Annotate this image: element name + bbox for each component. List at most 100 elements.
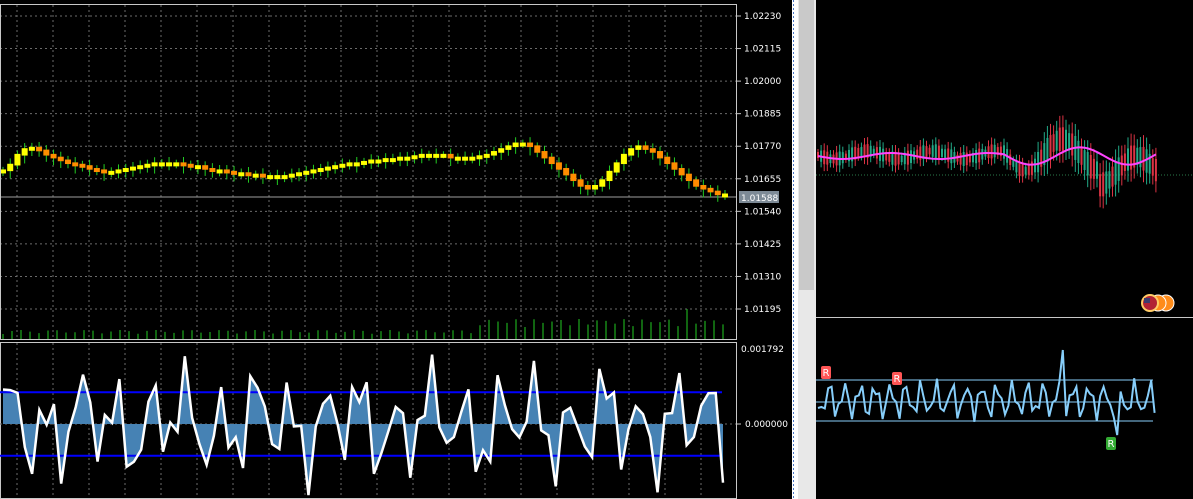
window-splitter[interactable] <box>792 0 816 499</box>
candle-body <box>216 169 223 174</box>
candle-body <box>599 179 606 187</box>
signal-mark-label: R <box>823 368 830 379</box>
candle-body <box>382 158 389 163</box>
right-candle-body <box>934 144 937 159</box>
price-axis-label: 1.01425 <box>744 240 781 250</box>
price-axis-label: 1.01655 <box>744 175 781 185</box>
right-candle-body <box>1102 172 1105 197</box>
candle-body <box>115 169 122 174</box>
price-axis-label: 1.01195 <box>744 305 781 315</box>
right-candle-body <box>1058 127 1061 152</box>
candle-body <box>707 187 714 193</box>
right-candle-body <box>1086 151 1089 176</box>
candle-body <box>231 170 238 175</box>
candle-body <box>108 170 115 175</box>
candle-body <box>490 151 497 156</box>
right-candle-body <box>1145 149 1148 173</box>
candle-body <box>267 175 274 180</box>
right-candle-body <box>1096 161 1098 179</box>
candle-body <box>245 172 252 177</box>
right-candle-body <box>1117 157 1120 181</box>
right-candle-body <box>882 148 885 162</box>
right-candle-body <box>1114 161 1117 185</box>
right-candle-body <box>1123 153 1126 171</box>
candle-body <box>606 170 613 182</box>
candle-body <box>122 168 129 173</box>
candle-body <box>685 173 692 182</box>
candle-body <box>7 163 14 172</box>
candle-body <box>678 168 685 176</box>
candle-body <box>79 163 86 168</box>
candle-body <box>635 145 642 150</box>
right-candle-body <box>1139 147 1142 168</box>
candle-body <box>512 142 519 148</box>
candle-body <box>433 153 440 158</box>
right-candle-body <box>962 152 965 166</box>
right-candle-body <box>959 152 962 165</box>
us-flag-canton <box>1144 298 1150 303</box>
candle-body <box>527 142 534 148</box>
right-candle-body <box>950 149 953 164</box>
candle-body <box>14 153 21 166</box>
candle-body <box>613 162 620 173</box>
candle-body <box>476 155 483 160</box>
right-candle-body <box>1142 146 1145 171</box>
candle-body <box>86 165 93 170</box>
candle-body <box>252 173 259 178</box>
candle-body <box>447 153 454 159</box>
signal-mark-label: R <box>1108 439 1115 450</box>
vertical-scrollbar-thumb[interactable] <box>799 0 814 290</box>
right-candle-body <box>1092 158 1095 179</box>
candle-body <box>303 170 310 175</box>
signal-mark-label: R <box>894 374 901 385</box>
candle-body <box>700 185 707 190</box>
right-candle-body <box>1151 158 1154 176</box>
candle-body <box>519 142 526 147</box>
price-axis-label: 1.02000 <box>744 77 781 87</box>
price-axis-label: 1.01540 <box>744 207 781 217</box>
right-candle-body <box>1055 130 1058 151</box>
right-candle-body <box>944 149 947 159</box>
candle-body <box>534 145 541 153</box>
right-candle-body <box>1089 154 1092 179</box>
candle-body <box>418 153 425 158</box>
right-candle-body <box>1040 149 1043 167</box>
right-candle-body <box>1099 174 1102 197</box>
right-candle-body <box>1065 129 1067 150</box>
candle-body <box>375 159 382 164</box>
right-candle-body <box>1130 145 1133 170</box>
trading-workspace: 1.02230 1.02115 1.02000 1.01885 1.01770 1.016… <box>0 0 1193 499</box>
candle-body <box>620 153 627 165</box>
news-flags-icon[interactable] <box>1141 294 1175 312</box>
candle-body <box>64 159 71 165</box>
right-candle-body <box>993 144 996 158</box>
right-candle-body <box>931 145 934 157</box>
candle-body <box>555 162 562 170</box>
candle-body <box>339 163 346 168</box>
right-candle-body <box>875 147 878 159</box>
candle-body <box>346 162 353 167</box>
right-candle-body <box>1061 127 1064 151</box>
candle-body <box>72 162 79 167</box>
candle-body <box>483 153 490 158</box>
right-candle-body <box>1083 150 1086 171</box>
right-candle-body <box>1052 134 1055 152</box>
right-candle-body <box>888 152 891 162</box>
candle-body <box>223 169 230 174</box>
candle-body <box>577 179 584 187</box>
right-candle-body <box>925 146 928 157</box>
right-candle-body <box>1049 135 1052 158</box>
right-candle-body <box>928 147 931 155</box>
candle-body <box>36 146 43 152</box>
candle-body <box>274 175 281 180</box>
candle-body <box>714 190 721 196</box>
candle-body <box>43 149 50 156</box>
candle-body <box>469 156 476 161</box>
candle-body <box>173 162 180 167</box>
candle-body <box>144 163 151 168</box>
candle-body <box>50 153 57 159</box>
candle-body <box>281 175 288 180</box>
right-candle-body <box>1077 140 1080 164</box>
candle-body <box>389 158 396 163</box>
right-candle-body <box>937 145 940 159</box>
